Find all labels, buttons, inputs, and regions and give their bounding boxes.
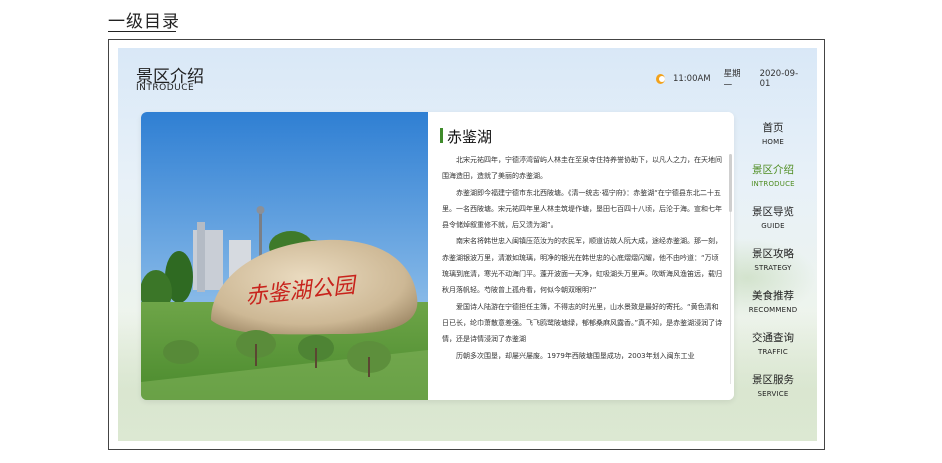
nav-label: 景区服务: [752, 374, 794, 386]
lake-park-photo: 赤鉴湖公园: [141, 112, 428, 400]
nav-item-introduce[interactable]: 景区介绍 INTRODUCE: [730, 162, 816, 188]
article-body: 北宋元祐四年，宁德渟湾留屿人林圭在至泉寺住持养誉协助下，以凡人之力，在天地间围海…: [442, 152, 724, 396]
sun-icon: [656, 74, 665, 84]
nav-item-guide[interactable]: 景区导览 GUIDE: [730, 204, 816, 230]
article-paragraph: 历朝多次围垦，却屡兴屡废。1979年西陂塘围垦成功，2003年划入闽东工业: [456, 351, 695, 360]
content-card: 赤鉴湖公园 赤鉴湖 北宋元祐四年，宁德渟湾留屿人林圭在至泉寺住持养誉协助下，以凡…: [141, 112, 734, 400]
article-paragraph: 北宋元祐四年，宁德渟湾留屿人林圭在至泉寺住持养誉协助下，以凡人之力，在天地间围海…: [442, 156, 722, 181]
page-label: 一级目录: [108, 12, 180, 32]
section-subtitle: INTRODUCE: [136, 83, 195, 93]
nav-item-recommend[interactable]: 美食推荐 RECOMMEND: [730, 288, 816, 314]
title-accent-bar: [440, 128, 443, 143]
nav-label: 交通查询: [752, 332, 794, 344]
article-panel[interactable]: 赤鉴湖 北宋元祐四年，宁德渟湾留屿人林圭在至泉寺住持养誉协助下，以凡人之力，在天…: [428, 112, 734, 400]
date-text: 2020-09-01: [759, 69, 799, 89]
status-bar: 11:00AM 星期一 2020-09-01: [656, 67, 817, 91]
nav-label: 景区攻略: [752, 248, 794, 260]
article-paragraph: 南宋名将韩世忠入闽镇压范汝为的农民军，顺道访故人阮大成，途经赤鉴湖。那一刻，赤鉴…: [442, 237, 722, 295]
nav-item-traffic[interactable]: 交通查询 TRAFFIC: [730, 330, 816, 356]
nav-label-en: STRATEGY: [754, 264, 792, 272]
nav-item-strategy[interactable]: 景区攻略 STRATEGY: [730, 246, 816, 272]
nav-label-en: INTRODUCE: [751, 180, 795, 188]
nav-label-en: TRAFFIC: [757, 348, 789, 356]
weekday-text: 星期一: [723, 69, 741, 91]
nav-label-en: HOME: [761, 138, 785, 146]
nav-label: 景区导览: [752, 206, 794, 218]
article-paragraph: 赤鉴湖即今福建宁德市东北西陂塘。《清一统志·福宁府》：赤鉴湖“在宁德县东北二十五…: [442, 188, 722, 230]
page-label-underline: [108, 31, 176, 32]
nav-item-service[interactable]: 景区服务 SERVICE: [730, 372, 816, 398]
article-title: 赤鉴湖: [447, 128, 493, 146]
nav-label-en: SERVICE: [757, 390, 789, 398]
nav-label: 首页: [762, 122, 784, 134]
screen-frame: 景区介绍 INTRODUCE 11:00AM 星期一 2020-09-01 赤鉴…: [108, 39, 825, 450]
kiosk-screen: 景区介绍 INTRODUCE 11:00AM 星期一 2020-09-01 赤鉴…: [118, 48, 817, 441]
nav-item-home[interactable]: 首页 HOME: [730, 120, 816, 146]
nav-label-en: GUIDE: [761, 222, 785, 230]
nav-label: 景区介绍: [752, 164, 794, 176]
nav-label: 美食推荐: [752, 290, 794, 302]
time-text: 11:00AM: [672, 74, 711, 84]
article-paragraph: 爱国诗人陆游在宁德担任主簿，不得志的时光里，山水景致是最好的寄托。“黄色清和日已…: [442, 302, 723, 344]
nav-label-en: RECOMMEND: [748, 306, 798, 314]
